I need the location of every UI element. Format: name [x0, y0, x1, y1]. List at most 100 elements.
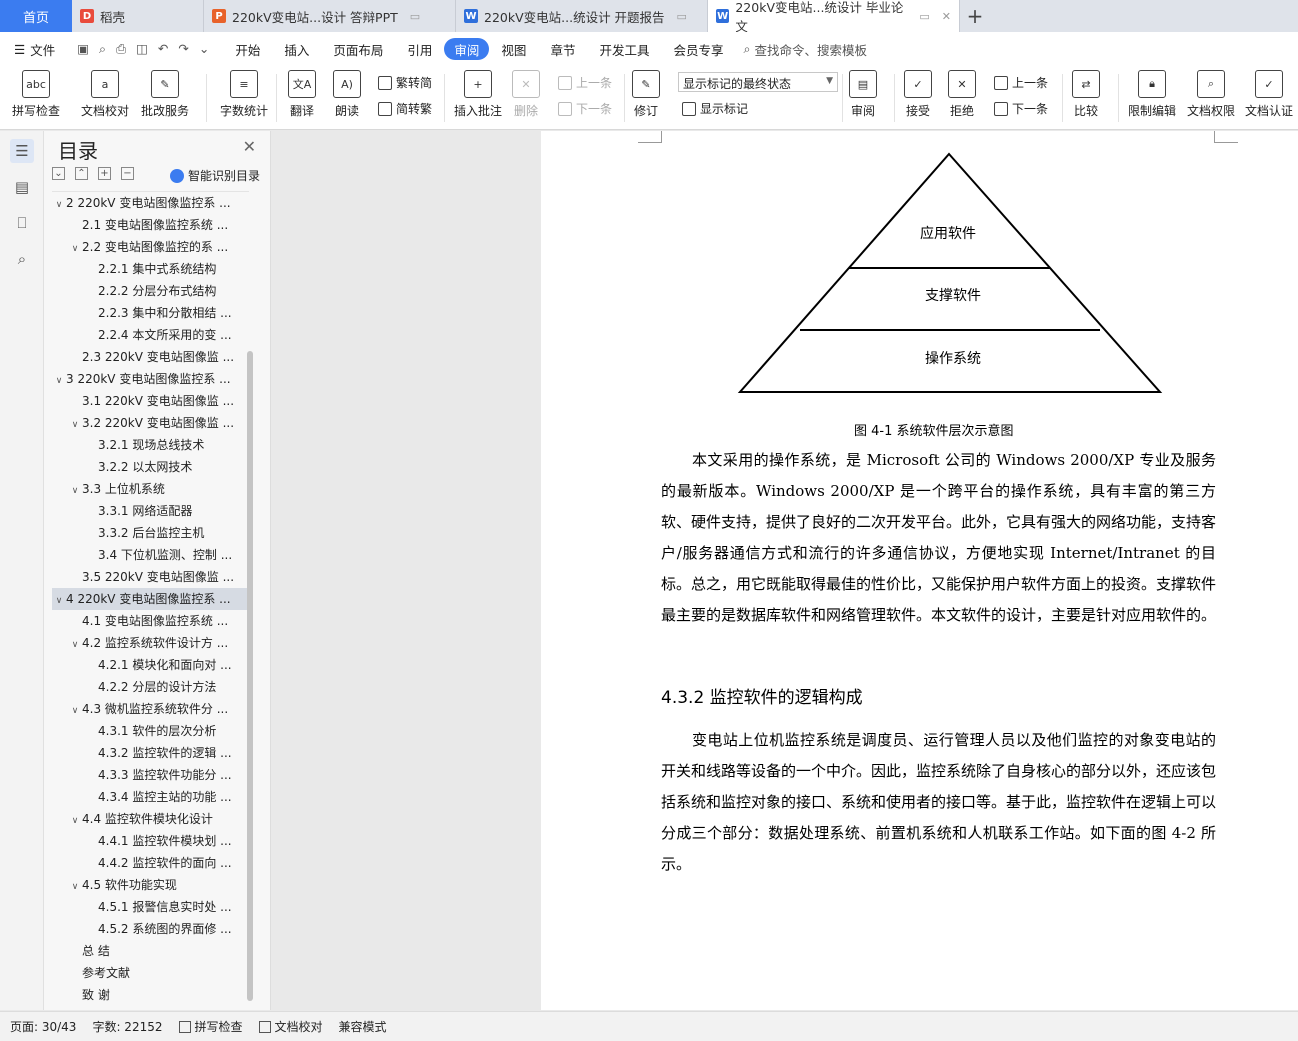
next-change-button[interactable]: 下一条: [994, 100, 1048, 117]
toc-item[interactable]: 致 谢: [52, 984, 249, 1003]
toc-scrollbar[interactable]: [247, 351, 253, 1001]
add-tab-button[interactable]: +: [960, 0, 990, 32]
tab-pin-icon[interactable]: ▭: [410, 10, 420, 23]
insert-comment-button[interactable]: + 插入批注: [454, 70, 502, 119]
delete-comment-button[interactable]: ✕ 删除: [512, 70, 540, 119]
toc-item[interactable]: 2.3 220kV 变电站图像监 ...: [52, 346, 249, 368]
menu-chapter[interactable]: 章节: [538, 38, 587, 60]
command-search[interactable]: ⌕ 查找命令、搜索模板: [743, 40, 867, 59]
reject-button[interactable]: ✕ 拒绝: [948, 70, 976, 119]
doc-proof-button[interactable]: a 文档校对: [81, 70, 129, 119]
chevron-down-icon[interactable]: ∨: [52, 590, 66, 610]
toc-item[interactable]: 2.2.3 集中和分散相结 ...: [52, 302, 249, 324]
markup-state-select[interactable]: 显示标记的最终状态 ▼: [678, 72, 838, 92]
toc-item[interactable]: 4.4.1 监控软件模块划 ...: [52, 830, 249, 852]
menu-view[interactable]: 视图: [489, 38, 538, 60]
expand-icon[interactable]: ⌃: [75, 167, 88, 180]
toc-item[interactable]: 2.2.4 本文所采用的变 ...: [52, 324, 249, 346]
translate-button[interactable]: 文A 翻译: [288, 70, 316, 119]
toc-item[interactable]: 2.1 变电站图像监控系统 ...: [52, 214, 249, 236]
doc-permission-button[interactable]: ⌕ 文档权限: [1187, 70, 1235, 119]
tab-daoke[interactable]: D 稻壳: [72, 0, 204, 32]
toc-item[interactable]: 3.3.1 网络适配器: [52, 500, 249, 522]
toc-item[interactable]: ∨ 3.3 上位机系统: [52, 478, 249, 500]
toc-item[interactable]: ∨ 4.4 监控软件模块化设计: [52, 808, 249, 830]
accept-button[interactable]: ✓ 接受: [904, 70, 932, 119]
menu-review[interactable]: 审阅: [444, 38, 490, 60]
word-count-indicator[interactable]: 字数: 22152: [84, 1018, 170, 1035]
toc-item[interactable]: 参考文献: [52, 962, 249, 984]
toc-item[interactable]: 3.3.2 后台监控主机: [52, 522, 249, 544]
tab-pin-icon[interactable]: ▭: [677, 10, 687, 23]
toc-item[interactable]: 总 结: [52, 940, 249, 962]
restrict-edit-button[interactable]: 🔒︎ 限制编辑: [1128, 70, 1176, 119]
doc-proof-toggle[interactable]: 文档校对: [251, 1018, 331, 1035]
toc-item[interactable]: 3.2.2 以太网技术: [52, 456, 249, 478]
toc-item[interactable]: ∨ 2 220kV 变电站图像监控系 ...: [52, 192, 249, 214]
menu-layout[interactable]: 页面布局: [321, 38, 395, 60]
toc-item[interactable]: 2.2.2 分层分布式结构: [52, 280, 249, 302]
toc-item[interactable]: 4.3.3 监控软件功能分 ...: [52, 764, 249, 786]
tab-home[interactable]: 首页: [0, 0, 72, 32]
chevron-down-icon[interactable]: ∨: [68, 810, 82, 830]
chevron-down-icon[interactable]: ∨: [52, 370, 66, 390]
prev-comment-button[interactable]: 上一条: [558, 74, 612, 91]
menu-member[interactable]: 会员专享: [661, 38, 735, 60]
close-icon[interactable]: ✕: [942, 10, 951, 23]
prev-change-button[interactable]: 上一条: [994, 74, 1048, 91]
review-pane-button[interactable]: ▤ 审阅: [849, 70, 877, 119]
toc-item[interactable]: 4.5.1 报警信息实时处 ...: [52, 896, 249, 918]
tab-thesis[interactable]: W 220kV变电站...统设计 毕业论文 ▭ ✕: [708, 0, 960, 34]
toc-item[interactable]: 4.3.4 监控主站的功能 ...: [52, 786, 249, 808]
remove-heading-icon[interactable]: −: [121, 167, 134, 180]
word-count-button[interactable]: ≡ 字数统计: [220, 70, 268, 119]
trad-to-simp-button[interactable]: 繁转简: [378, 74, 432, 91]
add-heading-icon[interactable]: +: [98, 167, 111, 180]
menu-start[interactable]: 开始: [223, 38, 272, 60]
menu-insert[interactable]: 插入: [272, 38, 321, 60]
toc-item[interactable]: ∨ 2.2 变电站图像监控的系 ...: [52, 236, 249, 258]
menu-devtools[interactable]: 开发工具: [587, 38, 661, 60]
undo-icon[interactable]: ↶: [158, 41, 168, 57]
save-icon[interactable]: ▣: [77, 41, 89, 57]
print-icon[interactable]: ⎙: [116, 41, 126, 57]
chevron-down-icon[interactable]: ∨: [68, 480, 82, 500]
tab-pin-icon[interactable]: ▭: [919, 10, 929, 23]
revise-button[interactable]: ✎ 修订: [632, 70, 660, 119]
doc-certify-button[interactable]: ✓ 文档认证: [1245, 70, 1293, 119]
bookmark-icon[interactable]: ⎕: [10, 211, 34, 235]
toc-item[interactable]: 3.4 下位机监测、控制 ...: [52, 544, 249, 566]
search-icon[interactable]: ⌕: [10, 247, 34, 271]
tab-ppt[interactable]: P 220kV变电站...设计 答辩PPT ▭: [204, 0, 456, 32]
toc-item[interactable]: ∨ 4.3 微机监控系统软件分 ...: [52, 698, 249, 720]
collapse-all-icon[interactable]: ⌄: [52, 167, 65, 180]
spell-check-button[interactable]: abc 拼写检查: [12, 70, 60, 119]
tab-proposal[interactable]: W 220kV变电站...统设计 开题报告 ▭: [456, 0, 708, 32]
chevron-down-icon[interactable]: ∨: [52, 194, 66, 214]
toc-item[interactable]: 4.3.1 软件的层次分析: [52, 720, 249, 742]
read-aloud-button[interactable]: A) 朗读: [333, 70, 361, 119]
chevron-down-icon[interactable]: ∨: [68, 700, 82, 720]
toc-item[interactable]: 3.1 220kV 变电站图像监 ...: [52, 390, 249, 412]
toc-item[interactable]: 4.2.2 分层的设计方法: [52, 676, 249, 698]
toc-item[interactable]: 4.4.2 监控软件的面向 ...: [52, 852, 249, 874]
chevron-down-icon[interactable]: ⌄: [199, 41, 209, 57]
toc-item[interactable]: ∨ 3 220kV 变电站图像监控系 ...: [52, 368, 249, 390]
redo-icon[interactable]: ↷: [178, 41, 188, 57]
toc-item[interactable]: 2.2.1 集中式系统结构: [52, 258, 249, 280]
toc-icon[interactable]: ☰: [10, 139, 34, 163]
chevron-down-icon[interactable]: ∨: [68, 238, 82, 258]
toc-item[interactable]: ∨ 3.2 220kV 变电站图像监 ...: [52, 412, 249, 434]
page-indicator[interactable]: 页面: 30/43: [0, 1018, 84, 1035]
preview-icon[interactable]: ◫: [136, 41, 148, 57]
show-markup-button[interactable]: 显示标记: [682, 100, 748, 117]
toc-item[interactable]: ∨ 4.2 监控系统软件设计方 ...: [52, 632, 249, 654]
chevron-down-icon[interactable]: ∨: [68, 876, 82, 896]
toc-item[interactable]: 4.3.2 监控软件的逻辑 ...: [52, 742, 249, 764]
menu-references[interactable]: 引用: [395, 38, 444, 60]
next-comment-button[interactable]: 下一条: [558, 100, 612, 117]
format-painter-icon[interactable]: ⌕: [99, 41, 106, 57]
toc-item[interactable]: 3.5 220kV 变电站图像监 ...: [52, 566, 249, 588]
close-icon[interactable]: ✕: [243, 137, 256, 156]
chapter-nav-icon[interactable]: ▤: [10, 175, 34, 199]
